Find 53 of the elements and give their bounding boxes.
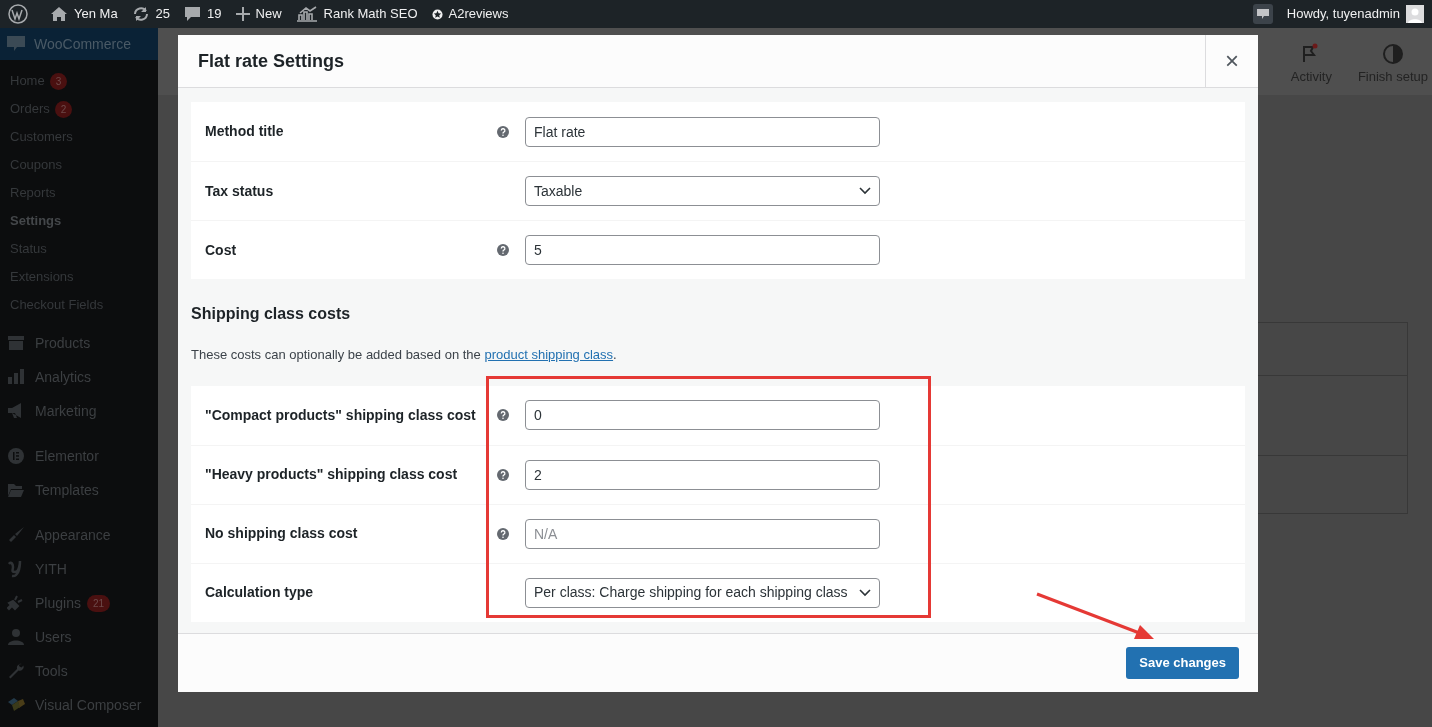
save-button[interactable]: Save changes [1126, 647, 1239, 679]
menu-item-active[interactable]: WooCommerce [0, 28, 158, 60]
star-icon [431, 8, 443, 20]
plus-icon [235, 7, 250, 21]
bar-chart-icon [7, 368, 25, 386]
user-icon [7, 628, 25, 646]
wordpress-logo-icon [8, 4, 28, 24]
count-badge: 3 [49, 72, 68, 90]
input-field[interactable]: 5 [525, 235, 880, 265]
close-button[interactable]: × [1205, 35, 1258, 87]
input-field[interactable]: 0 [525, 400, 880, 430]
elementor-icon [7, 447, 25, 465]
plug-icon [7, 594, 25, 612]
woo-icon [6, 35, 26, 53]
updates-link[interactable]: 25 [131, 4, 171, 24]
avatar-icon [1406, 5, 1424, 23]
select-dropdown[interactable]: Per class: Charge shipping for each shipping class [525, 577, 880, 608]
comments-link[interactable]: 19 [184, 4, 222, 24]
input-field[interactable]: N/A [525, 518, 880, 549]
box-icon [7, 334, 25, 352]
chevron-down-icon [859, 588, 871, 597]
refresh-icon [131, 5, 150, 23]
submenu-item[interactable]: Settings [0, 207, 158, 235]
wrench-icon [7, 662, 25, 680]
field-label: Calculation type [204, 583, 315, 602]
section-heading: Shipping class costs [191, 304, 352, 324]
seo-link[interactable]: Rank Math SEO [295, 4, 418, 24]
cube-icon [7, 696, 25, 714]
field-label: Tax status [204, 181, 275, 201]
field-label: "Heavy products" shipping class cost [204, 465, 459, 484]
folder-icon [7, 481, 25, 499]
input-field[interactable]: 2 [525, 459, 880, 490]
dialog-title: Flat rate Settings [197, 49, 346, 73]
field-label: "Compact products" shipping class cost [204, 405, 477, 425]
contrast-icon [1381, 42, 1404, 65]
field-label: No shipping class cost [204, 524, 359, 543]
home-icon [50, 6, 68, 22]
comment-icon [184, 6, 202, 22]
select-dropdown[interactable]: Taxable [525, 176, 880, 206]
new-link[interactable]: New [235, 4, 282, 24]
count-badge: 21 [86, 594, 111, 612]
brush-icon [7, 526, 25, 544]
comment-icon [1256, 8, 1269, 20]
section-description: These costs can optionally be added based on the product shipping class. [191, 346, 618, 364]
input-field[interactable]: Flat rate [525, 116, 880, 147]
field-label: Method title [204, 122, 285, 141]
chevron-down-icon [859, 187, 871, 195]
reviews-link[interactable]: A2reviews [431, 4, 509, 24]
field-label: Cost [204, 240, 238, 260]
notification-button[interactable] [1252, 4, 1273, 24]
chart-icon [295, 6, 318, 22]
user-menu[interactable]: Howdy, tuyenadmin [1286, 4, 1424, 24]
site-link[interactable]: Yen Ma [50, 4, 118, 24]
